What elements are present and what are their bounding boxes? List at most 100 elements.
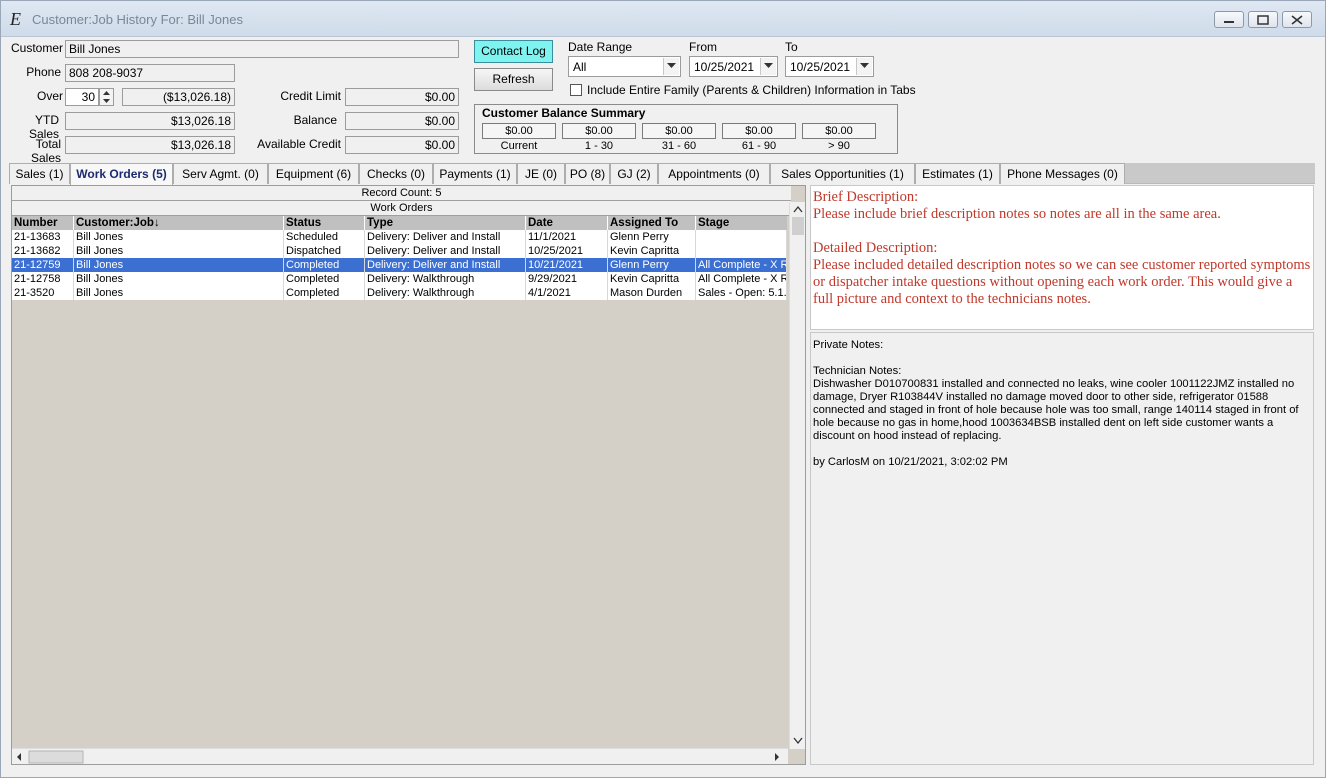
over-days-input[interactable]: 30 [65,88,99,106]
column-header-number[interactable]: Number [12,216,74,230]
cell-number: 21-13682 [12,244,74,258]
detailed-description-text: Please included detailed description not… [813,257,1311,307]
date-range-select[interactable]: All [568,56,681,77]
cell-date: 10/25/2021 [526,244,608,258]
title-bar: E Customer:Job History For: Bill Jones [1,1,1325,37]
column-header-customer-job[interactable]: Customer:Job↓ [74,216,284,230]
balance-1-30-value: $0.00 [562,123,636,139]
tab-checks[interactable]: Checks (0) [359,163,433,184]
cell-stage: All Complete - X Re [698,272,787,286]
horizontal-scrollbar[interactable] [12,748,788,764]
family-checkbox[interactable] [570,84,582,96]
tab-sales[interactable]: Sales (1) [9,163,70,184]
credit-limit-field: $0.00 [345,88,459,106]
over-label: Over [36,89,63,103]
table-row[interactable]: 21-3520 Bill Jones Completed Delivery: W… [12,286,787,300]
chevron-down-icon [856,58,872,75]
cell-customer-job: Bill Jones [74,230,284,244]
detailed-description-title: Detailed Description: [813,240,938,256]
column-header-date[interactable]: Date [526,216,608,230]
table-row[interactable]: 21-13682 Bill Jones Dispatched Delivery:… [12,244,787,258]
table-row-selected[interactable]: 21-12759 Bill Jones Completed Delivery: … [12,258,787,272]
contact-log-button[interactable]: Contact Log [474,40,553,63]
cell-type: Delivery: Deliver and Install [365,244,526,258]
technician-notes-panel[interactable]: Private Notes: Technician Notes: Dishwas… [810,332,1314,765]
table-row[interactable]: 21-12758 Bill Jones Completed Delivery: … [12,272,787,286]
over-days-spinner[interactable] [99,88,114,106]
over-amount-field: ($13,026.18) [122,88,235,106]
family-checkbox-label: Include Entire Family (Parents & Childre… [587,83,916,97]
tab-serv-agmt[interactable]: Serv Agmt. (0) [173,163,268,184]
history-window: E Customer:Job History For: Bill Jones C… [0,0,1326,778]
chevron-down-icon [760,58,776,75]
date-range-label: Date Range [568,40,633,54]
minimize-button[interactable] [1214,11,1244,28]
to-date-picker[interactable]: 10/25/2021 [785,56,874,77]
available-credit-label: Available Credit [257,137,341,151]
note-signature: by CarlosM on 10/21/2021, 3:02:02 PM [813,456,1008,468]
cell-number: 21-12759 [12,258,74,272]
phone-field[interactable]: 808 208-9037 [65,64,235,82]
table-row[interactable]: 21-13683 Bill Jones Scheduled Delivery: … [12,230,787,244]
balance-over-90-value: $0.00 [802,123,876,139]
column-header-status[interactable]: Status [284,216,365,230]
tab-payments[interactable]: Payments (1) [433,163,517,184]
cell-date: 10/21/2021 [526,258,608,272]
spinner-arrows-icon [103,91,110,103]
from-date-picker[interactable]: 10/25/2021 [689,56,778,77]
chevron-down-icon [663,58,679,75]
tab-sales-opportunities[interactable]: Sales Opportunities (1) [770,163,915,184]
balance-current-label: Current [500,140,538,152]
total-sales-field: $13,026.18 [65,136,235,154]
description-notes-panel[interactable]: Brief Description: Please include brief … [810,185,1314,330]
cell-stage [696,244,787,258]
tab-estimates[interactable]: Estimates (1) [915,163,1000,184]
cell-date: 11/1/2021 [526,230,608,244]
tab-po[interactable]: PO (8) [565,163,610,184]
refresh-button[interactable]: Refresh [474,68,553,91]
to-date-value: 10/25/2021 [790,60,851,74]
total-sales-label: Total Sales [30,137,61,165]
customer-field[interactable]: Bill Jones [65,40,459,58]
column-header-stage[interactable]: Stage [696,216,787,230]
cell-type: Delivery: Walkthrough [365,286,526,300]
cell-assigned-to: Glenn Perry [608,230,696,244]
horizontal-scrollbar-track-icon [17,750,779,764]
tab-equipment[interactable]: Equipment (6) [268,163,359,184]
column-header-assigned-to[interactable]: Assigned To [608,216,696,230]
balance-over-90-label: > 90 [828,140,850,152]
cell-status: Completed [284,258,365,272]
tab-gj[interactable]: GJ (2) [610,163,658,184]
cell-stage [696,230,787,244]
work-orders-grid: Record Count: 5 Work Orders Number Custo… [11,185,806,765]
column-header-type[interactable]: Type [365,216,526,230]
record-count: Record Count: 5 [12,186,791,201]
customer-balance-summary: Customer Balance Summary $0.00 $0.00 $0.… [474,104,898,154]
tab-appointments[interactable]: Appointments (0) [658,163,770,184]
cell-customer-job: Bill Jones [74,258,284,272]
brief-description-title: Brief Description: [813,189,919,205]
tab-je[interactable]: JE (0) [517,163,565,184]
maximize-button[interactable] [1248,11,1278,28]
cell-customer-job: Bill Jones [74,272,284,286]
close-button[interactable] [1282,11,1312,28]
cell-stage: Sales - Open: 5.1. [698,286,787,300]
vertical-scrollbar[interactable] [789,202,805,749]
balance-31-60-label: 31 - 60 [661,140,697,152]
window-title: Customer:Job History For: Bill Jones [32,12,243,27]
cell-type: Delivery: Deliver and Install [365,230,526,244]
balance-field: $0.00 [345,112,459,130]
from-date-value: 10/25/2021 [694,60,755,74]
vertical-scrollbar-track-icon [792,205,804,745]
cell-customer-job: Bill Jones [74,244,284,258]
tab-phone-messages[interactable]: Phone Messages (0) [1000,163,1125,184]
technician-notes-label: Technician Notes: [813,365,902,377]
summary-title: Customer Balance Summary [482,106,646,120]
to-label: To [785,40,798,54]
balance-31-60-value: $0.00 [642,123,716,139]
cell-assigned-to: Mason Durden [608,286,696,300]
tab-work-orders[interactable]: Work Orders (5) [70,163,173,185]
cell-assigned-to: Glenn Perry [608,258,696,272]
customer-label: Customer [10,41,63,55]
app-logo-icon: E [10,9,21,29]
